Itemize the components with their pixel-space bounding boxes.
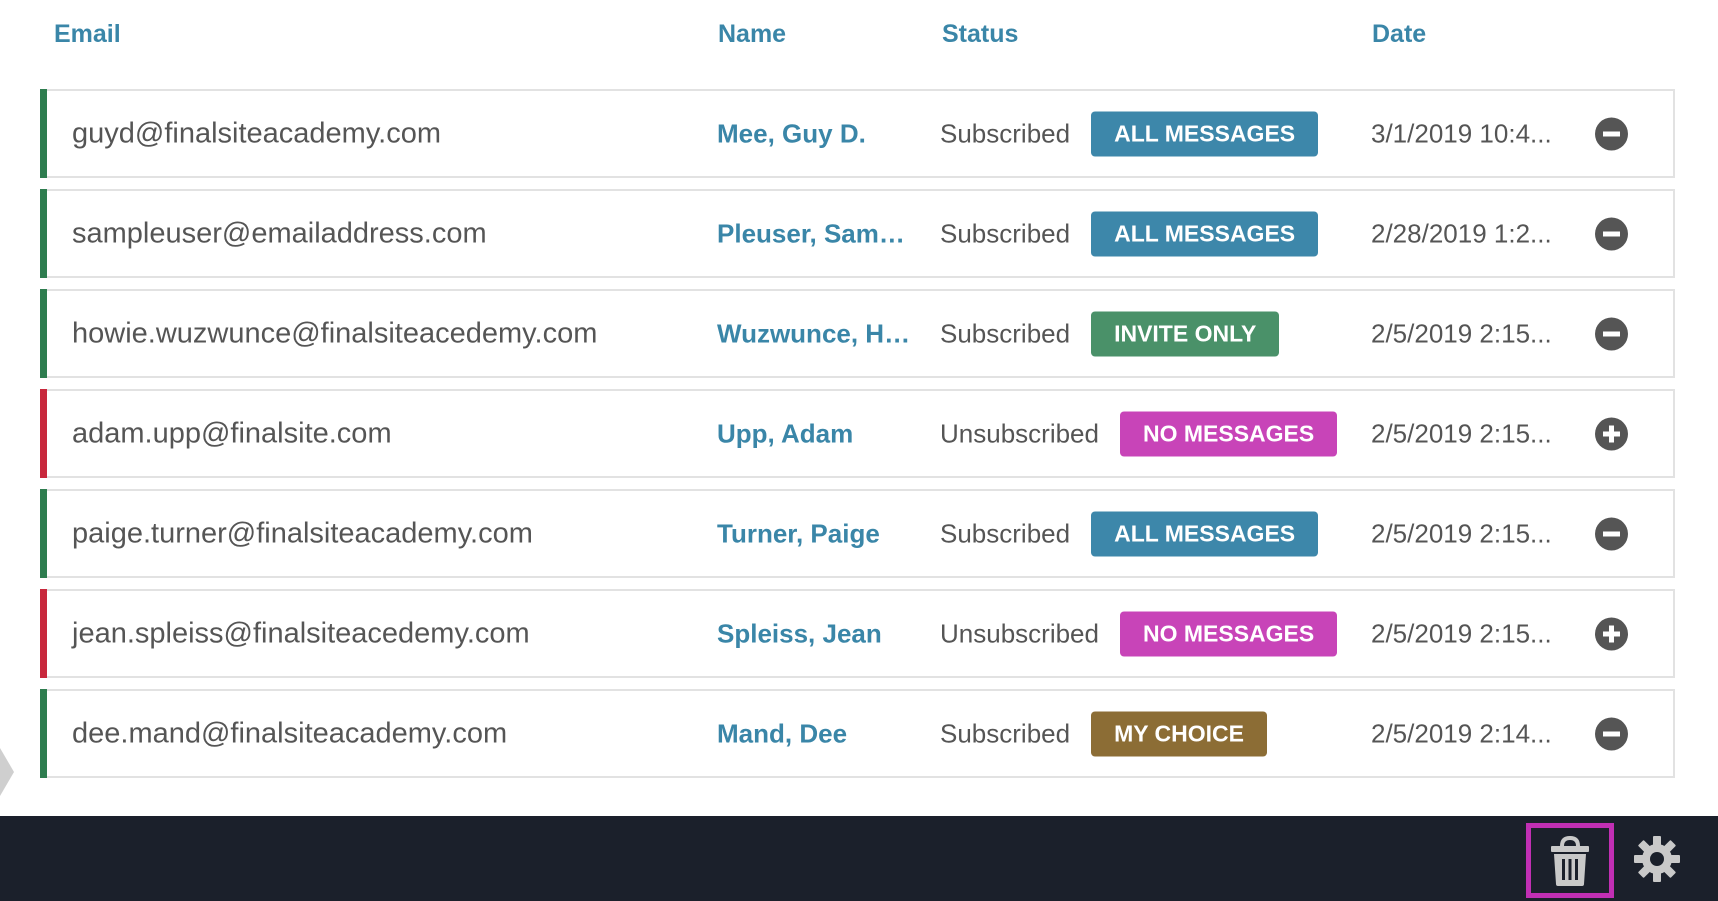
column-header-date[interactable]: Date [1372, 20, 1426, 49]
subscription-status: Unsubscribed [940, 618, 1099, 648]
message-preference-badge: ALL MESSAGES [1091, 511, 1319, 556]
table-header: Email Name Status Date [0, 0, 1718, 72]
table-row: adam.upp@finalsite.com Upp, Adam Unsubsc… [40, 389, 1675, 478]
settings-button[interactable] [1632, 834, 1682, 884]
date-cell: 2/5/2019 2:15... [1371, 518, 1552, 548]
email-cell: sampleuser@emailaddress.com [72, 217, 487, 249]
date-cell: 3/1/2019 10:4... [1371, 118, 1552, 148]
name-link[interactable]: Turner, Paige [717, 518, 917, 549]
subscription-status: Subscribed [940, 518, 1071, 548]
email-cell: howie.wuzwunce@finalsiteacedemy.com [72, 317, 598, 349]
date-cell: 2/5/2019 2:15... [1371, 318, 1552, 348]
name-link[interactable]: Mand, Dee [717, 718, 917, 749]
email-cell: jean.spleiss@finalsiteacedemy.com [72, 617, 530, 649]
table-row: guyd@finalsiteacademy.com Mee, Guy D. Su… [40, 89, 1675, 178]
expand-panel-arrow-icon[interactable] [0, 748, 14, 796]
subscriptions-page: Email Name Status Date guyd@finalsiteaca… [0, 0, 1718, 901]
date-cell: 2/5/2019 2:14... [1371, 718, 1552, 748]
email-cell: paige.turner@finalsiteacademy.com [72, 517, 533, 549]
plus-circle-icon[interactable] [1595, 417, 1628, 450]
date-cell: 2/5/2019 2:15... [1371, 618, 1552, 648]
message-preference-badge: ALL MESSAGES [1091, 111, 1319, 156]
status-indicator-bar [40, 289, 47, 378]
date-cell: 2/5/2019 2:15... [1371, 418, 1552, 448]
message-preference-badge: NO MESSAGES [1119, 611, 1338, 656]
status-cell: Subscribed INVITE ONLY [940, 311, 1280, 356]
status-cell: Unsubscribed NO MESSAGES [940, 611, 1338, 656]
message-preference-badge: NO MESSAGES [1119, 411, 1338, 456]
email-cell: adam.upp@finalsite.com [72, 417, 392, 449]
table-row: paige.turner@finalsiteacademy.com Turner… [40, 489, 1675, 578]
message-preference-badge: INVITE ONLY [1091, 311, 1280, 356]
subscription-status: Subscribed [940, 718, 1071, 748]
status-cell: Subscribed ALL MESSAGES [940, 211, 1319, 256]
table-row: sampleuser@emailaddress.com Pleuser, Sam… [40, 189, 1675, 278]
name-link[interactable]: Pleuser, Saman... [717, 218, 917, 249]
subscription-status: Subscribed [940, 118, 1071, 148]
status-indicator-bar [40, 689, 47, 778]
subscription-status: Subscribed [940, 318, 1071, 348]
status-indicator-bar [40, 389, 47, 478]
name-link[interactable]: Upp, Adam [717, 418, 917, 449]
status-indicator-bar [40, 589, 47, 678]
subscriber-list: guyd@finalsiteacademy.com Mee, Guy D. Su… [40, 89, 1675, 789]
message-preference-badge: MY CHOICE [1091, 711, 1268, 756]
subscription-status: Unsubscribed [940, 418, 1099, 448]
name-link[interactable]: Mee, Guy D. [717, 118, 917, 149]
gear-icon [1634, 836, 1680, 882]
status-indicator-bar [40, 189, 47, 278]
status-indicator-bar [40, 89, 47, 178]
message-preference-badge: ALL MESSAGES [1091, 211, 1319, 256]
subscription-status: Subscribed [940, 218, 1071, 248]
column-header-name[interactable]: Name [718, 20, 786, 49]
table-row: howie.wuzwunce@finalsiteacedemy.com Wuzw… [40, 289, 1675, 378]
minus-circle-icon[interactable] [1595, 517, 1628, 550]
status-indicator-bar [40, 489, 47, 578]
column-header-status[interactable]: Status [942, 20, 1018, 49]
name-link[interactable]: Spleiss, Jean [717, 618, 917, 649]
trash-button[interactable] [1526, 823, 1614, 898]
minus-circle-icon[interactable] [1595, 317, 1628, 350]
minus-circle-icon[interactable] [1595, 717, 1628, 750]
status-cell: Subscribed ALL MESSAGES [940, 111, 1319, 156]
trash-icon [1551, 835, 1589, 886]
status-cell: Subscribed MY CHOICE [940, 711, 1268, 756]
plus-circle-icon[interactable] [1595, 617, 1628, 650]
minus-circle-icon[interactable] [1595, 117, 1628, 150]
status-cell: Subscribed ALL MESSAGES [940, 511, 1319, 556]
email-cell: guyd@finalsiteacademy.com [72, 117, 442, 149]
table-row: dee.mand@finalsiteacademy.com Mand, Dee … [40, 689, 1675, 778]
column-header-email[interactable]: Email [54, 20, 121, 49]
name-link[interactable]: Wuzwunce, Ho... [717, 318, 917, 349]
date-cell: 2/28/2019 1:2... [1371, 218, 1552, 248]
minus-circle-icon[interactable] [1595, 217, 1628, 250]
footer-toolbar [0, 816, 1718, 901]
status-cell: Unsubscribed NO MESSAGES [940, 411, 1338, 456]
email-cell: dee.mand@finalsiteacademy.com [72, 717, 508, 749]
table-row: jean.spleiss@finalsiteacedemy.com Spleis… [40, 589, 1675, 678]
